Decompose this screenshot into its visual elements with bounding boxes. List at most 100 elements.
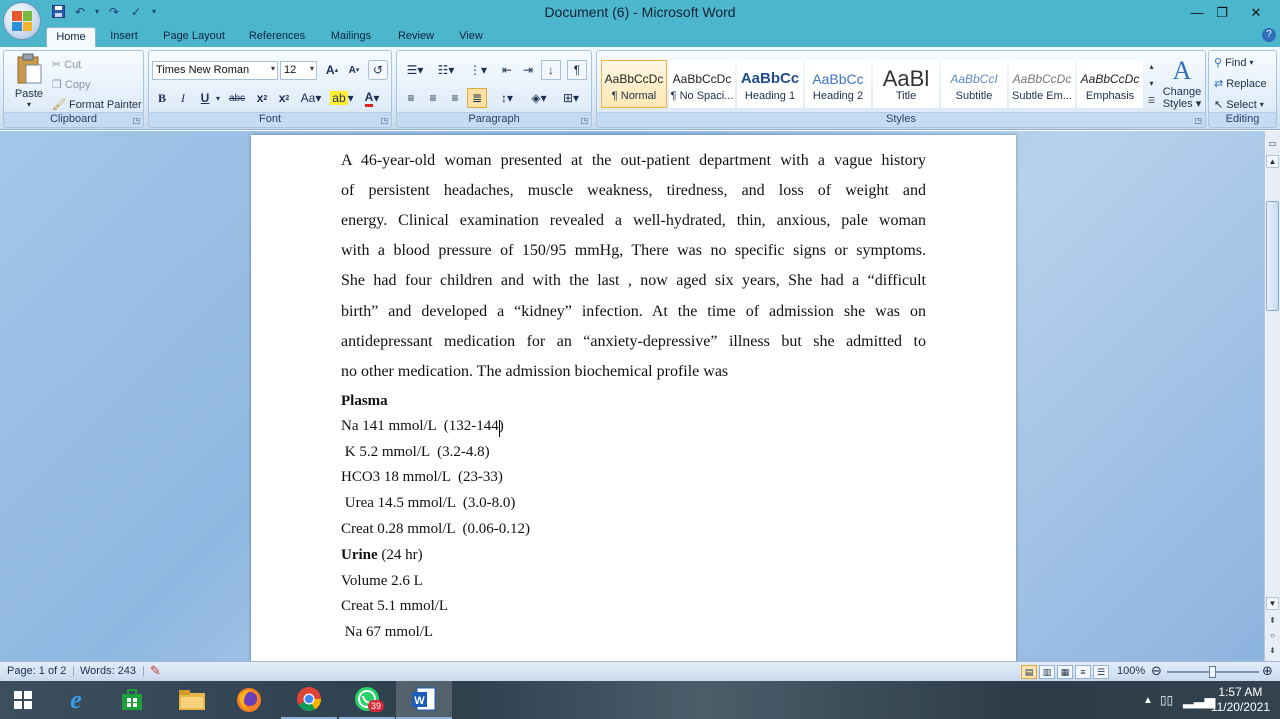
change-styles-label-text: Styles bbox=[1162, 98, 1193, 110]
help-icon[interactable]: ? bbox=[1262, 28, 1276, 42]
chevron-down-icon: ▾ bbox=[1249, 58, 1254, 67]
italic-icon[interactable]: I bbox=[173, 88, 193, 108]
align-right-icon[interactable]: ≡ bbox=[445, 88, 465, 108]
file-explorer-button[interactable] bbox=[164, 681, 220, 719]
zoom-level[interactable]: 100% bbox=[1117, 665, 1145, 677]
ruler-toggle-icon[interactable]: ▭ bbox=[1266, 137, 1279, 150]
style-name: ¶ Normal bbox=[611, 90, 657, 102]
borders-icon[interactable]: ⊞▾ bbox=[557, 88, 585, 108]
strikethrough-icon[interactable]: abc bbox=[227, 88, 247, 108]
zoom-slider-knob[interactable] bbox=[1209, 666, 1216, 678]
show-formatting-icon[interactable]: ¶ bbox=[567, 60, 587, 80]
replace-button[interactable]: ⇄ Replace bbox=[1214, 77, 1267, 91]
numbering-icon[interactable]: ☷▾ bbox=[432, 60, 460, 80]
change-case-icon[interactable]: Aa▾ bbox=[298, 88, 324, 108]
scroll-up-icon[interactable]: ▲ bbox=[1266, 155, 1279, 168]
style-subtle-emphasis[interactable]: AaBbCcDc Subtle Em... bbox=[1009, 60, 1075, 108]
vertical-scrollbar[interactable]: ▭ ▲ ▼ ⇞ ○ ⇟ bbox=[1264, 131, 1280, 661]
word-count[interactable]: Words: 243 bbox=[80, 665, 136, 677]
paste-button[interactable]: Paste ▾ bbox=[10, 53, 48, 113]
clipboard-launcher-icon[interactable]: ◳ bbox=[132, 116, 140, 125]
align-left-icon[interactable]: ≡ bbox=[401, 88, 421, 108]
close-icon[interactable]: ✕ bbox=[1236, 0, 1276, 25]
style-no-spacing[interactable]: AaBbCcDc ¶ No Spaci... bbox=[669, 60, 735, 108]
shrink-font-icon[interactable]: A ▾ bbox=[344, 60, 364, 80]
browse-object-icon[interactable]: ○ bbox=[1266, 629, 1279, 642]
grow-font-icon[interactable]: A ▴ bbox=[322, 60, 342, 80]
font-size-combo[interactable]: 12 ▾ bbox=[280, 61, 317, 80]
subscript-icon[interactable]: x2 bbox=[252, 88, 272, 108]
chrome-button[interactable] bbox=[281, 681, 337, 719]
increase-indent-icon[interactable]: ⇥ bbox=[518, 60, 538, 80]
tab-references[interactable]: References bbox=[244, 27, 310, 47]
full-screen-reading-icon[interactable]: ▥ bbox=[1039, 665, 1055, 679]
styles-gallery-scroll[interactable]: ▴ ▾ ☰ bbox=[1145, 58, 1158, 110]
decrease-indent-icon[interactable]: ⇤ bbox=[497, 60, 517, 80]
urine-heading-suffix: (24 hr) bbox=[377, 547, 423, 563]
styles-launcher-icon[interactable]: ◳ bbox=[1194, 116, 1202, 125]
style-emphasis[interactable]: AaBbCcDc Emphasis bbox=[1077, 60, 1143, 108]
bold-icon[interactable]: B bbox=[152, 88, 172, 108]
web-layout-icon[interactable]: ▦ bbox=[1057, 665, 1073, 679]
firefox-button[interactable] bbox=[221, 681, 277, 719]
next-page-icon[interactable]: ⇟ bbox=[1266, 644, 1279, 657]
shading-icon[interactable]: ◈▾ bbox=[525, 88, 553, 108]
zoom-out-icon[interactable]: ⊖ bbox=[1151, 663, 1162, 679]
style-normal[interactable]: AaBbCcDc ¶ Normal bbox=[601, 60, 667, 108]
bullets-icon[interactable]: ☰▾ bbox=[401, 60, 429, 80]
find-button[interactable]: ⚲ Find ▾ bbox=[1214, 56, 1254, 70]
paragraph-line: She had four children and with the last … bbox=[341, 272, 926, 289]
select-button[interactable]: ↖ Select ▾ bbox=[1214, 98, 1264, 112]
internet-explorer-button[interactable]: e bbox=[48, 681, 104, 719]
font-launcher-icon[interactable]: ◳ bbox=[380, 116, 388, 125]
tab-review[interactable]: Review bbox=[392, 27, 440, 47]
tab-home[interactable]: Home bbox=[46, 27, 96, 47]
underline-icon[interactable]: U bbox=[195, 88, 215, 108]
whatsapp-button[interactable]: 39 bbox=[339, 681, 395, 719]
sort-icon[interactable]: ↓ bbox=[541, 60, 561, 80]
previous-page-icon[interactable]: ⇞ bbox=[1266, 614, 1279, 627]
line-spacing-icon[interactable]: ↕▾ bbox=[493, 88, 521, 108]
word-button[interactable]: W bbox=[396, 681, 452, 719]
superscript-icon[interactable]: x2 bbox=[274, 88, 294, 108]
align-center-icon[interactable]: ≡ bbox=[423, 88, 443, 108]
change-styles-button[interactable]: A Change Styles ▾ bbox=[1161, 56, 1203, 112]
cut-button[interactable]: ✂ Cut bbox=[52, 58, 81, 72]
page-count[interactable]: Page: 1 of 2 bbox=[7, 665, 66, 677]
start-button[interactable] bbox=[0, 681, 46, 719]
minimize-icon[interactable]: — bbox=[1183, 0, 1211, 25]
style-name: Emphasis bbox=[1085, 90, 1135, 102]
tab-insert[interactable]: Insert bbox=[104, 27, 144, 47]
proofing-error-icon[interactable]: ✎ bbox=[150, 663, 161, 679]
show-hidden-icons-icon[interactable]: ▲ bbox=[1143, 681, 1153, 719]
style-heading-2[interactable]: AaBbCc Heading 2 bbox=[805, 60, 871, 108]
zoom-in-icon[interactable]: ⊕ bbox=[1262, 663, 1273, 679]
outline-view-icon[interactable]: ≡ bbox=[1075, 665, 1091, 679]
multilevel-list-icon[interactable]: ⋮▾ bbox=[464, 60, 492, 80]
scroll-down-icon[interactable]: ▼ bbox=[1266, 597, 1279, 610]
font-name-combo[interactable]: Times New Roman ▾ bbox=[152, 61, 278, 80]
style-subtitle[interactable]: AaBbCcI Subtitle bbox=[941, 60, 1007, 108]
format-painter-button[interactable]: 🖌 Format Painter bbox=[52, 98, 142, 112]
copy-button[interactable]: ❐ Copy bbox=[52, 78, 91, 92]
tab-page-layout[interactable]: Page Layout bbox=[158, 27, 230, 47]
draft-view-icon[interactable]: ☰ bbox=[1093, 665, 1109, 679]
tab-mailings[interactable]: Mailings bbox=[324, 27, 378, 47]
scrollbar-thumb[interactable] bbox=[1266, 201, 1279, 311]
office-button[interactable] bbox=[3, 2, 41, 40]
store-button[interactable] bbox=[104, 681, 160, 719]
restore-icon[interactable]: ❐ bbox=[1208, 0, 1236, 25]
tab-view[interactable]: View bbox=[452, 27, 490, 47]
font-color-icon[interactable]: A ▾ bbox=[359, 88, 385, 108]
print-layout-view-icon[interactable]: ▤ bbox=[1021, 665, 1037, 679]
document-page[interactable]: A 46-year-old woman presented at the out… bbox=[251, 135, 1016, 661]
paragraph-launcher-icon[interactable]: ◳ bbox=[580, 116, 588, 125]
text-highlight-icon[interactable]: ab ▾ bbox=[329, 88, 355, 108]
justify-icon[interactable]: ≣ bbox=[467, 88, 487, 108]
style-title[interactable]: AaBl Title bbox=[873, 60, 939, 108]
system-clock[interactable]: 1:57 AM 11/20/2021 bbox=[1211, 685, 1270, 715]
style-heading-1[interactable]: AaBbCc Heading 1 bbox=[737, 60, 803, 108]
underline-dropdown-icon[interactable]: ▾ bbox=[213, 88, 223, 108]
network-adapter-icon[interactable]: ▯▯ bbox=[1160, 681, 1173, 719]
clear-formatting-icon[interactable]: ↺ bbox=[368, 60, 388, 80]
